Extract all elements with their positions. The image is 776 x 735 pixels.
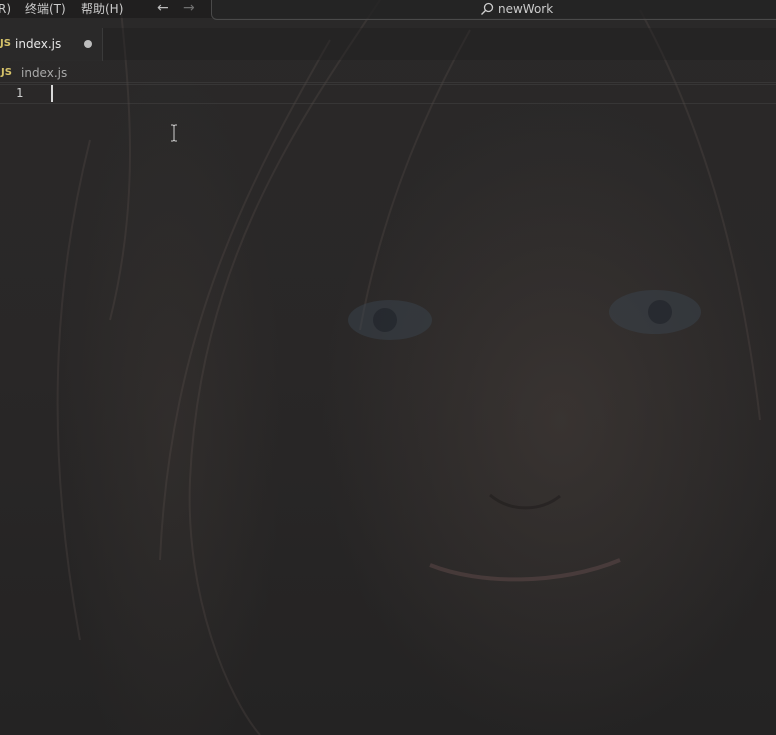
menu-help[interactable]: 帮助(H) (81, 1, 123, 17)
tab-label: index.js (15, 37, 62, 51)
arrow-right-icon[interactable]: → (183, 0, 195, 16)
breadcrumb-file[interactable]: index.js (21, 65, 67, 81)
menu-terminal[interactable]: 终端(T) (25, 1, 66, 17)
line-number: 1 (16, 86, 24, 100)
code-editor[interactable]: 1 (0, 83, 776, 735)
editor-window: R) 终端(T) 帮助(H) ← → newWork JS index.js J… (0, 0, 776, 735)
tab-index-js[interactable]: JS index.js (0, 28, 103, 61)
current-line-highlight (0, 84, 776, 104)
command-center-label: newWork (498, 2, 554, 16)
javascript-file-icon: JS (0, 38, 11, 49)
tab-bar: JS index.js (0, 28, 776, 61)
ibeam-cursor-icon (171, 124, 177, 142)
arrow-left-icon[interactable]: ← (157, 0, 169, 16)
menu-selection[interactable]: R) (0, 1, 11, 17)
text-cursor (51, 85, 53, 102)
javascript-file-icon: JS (1, 67, 12, 78)
search-icon (481, 2, 494, 15)
breadcrumb: JS index.js (0, 62, 776, 83)
unsaved-dot-icon[interactable] (84, 40, 92, 48)
